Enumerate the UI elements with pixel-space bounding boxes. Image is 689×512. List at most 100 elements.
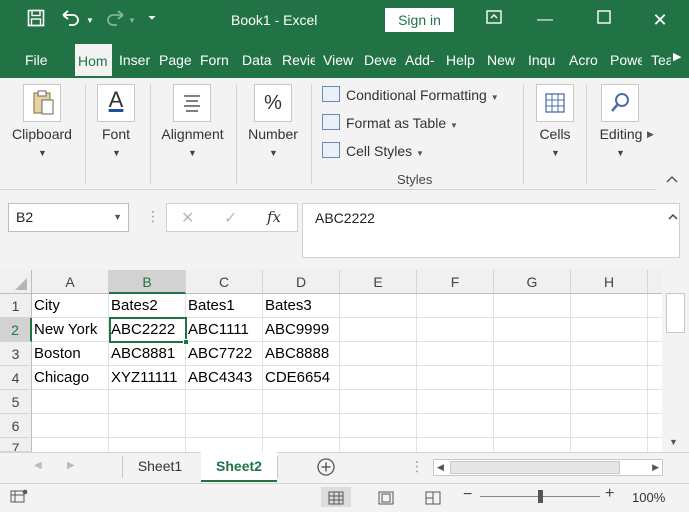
editing-icon[interactable] [601,84,639,122]
minimize-icon[interactable]: — [530,8,560,32]
cell-d4[interactable]: CDE6654 [263,366,340,390]
fill-handle[interactable] [183,339,189,345]
cells-dropdown-icon[interactable]: ▼ [551,148,560,158]
collapse-ribbon-icon[interactable] [665,172,679,187]
tab-formulas[interactable]: Forn [200,50,233,70]
number-format-icon[interactable]: % [254,84,292,122]
cells-label[interactable]: Cells [533,126,577,142]
cell-d3[interactable]: ABC8888 [263,342,340,366]
clipboard-label[interactable]: Clipboard [10,126,74,142]
ribbon-scroll-right-icon[interactable]: ▶ [647,129,654,140]
scroll-down-icon[interactable]: ▼ [669,437,678,447]
zoom-in-icon[interactable]: + [605,485,614,503]
cell-b1[interactable]: Bates2 [109,294,186,318]
formula-input[interactable]: ABC2222 [302,203,680,258]
alignment-icon[interactable] [173,84,211,122]
alignment-label[interactable]: Alignment [155,126,230,142]
font-icon[interactable]: A [97,84,135,122]
tab-inquire[interactable]: Inqu [528,50,560,70]
cell-a1[interactable]: City [32,294,109,318]
cell-b4[interactable]: XYZ11111 [109,366,186,390]
sheet-nav-prev-icon[interactable]: ◀ [34,460,42,471]
page-layout-view-icon[interactable] [371,487,401,507]
column-header-g[interactable]: G [494,270,571,294]
ribbon-display-icon[interactable] [479,8,509,32]
page-break-preview-icon[interactable] [418,487,448,507]
undo-dropdown-icon[interactable]: ▼ [86,16,94,25]
cell-c1[interactable]: Bates1 [186,294,263,318]
cells-icon[interactable] [536,84,574,122]
tab-developer[interactable]: Deve [364,50,396,70]
new-sheet-icon[interactable] [316,457,336,480]
sheet-tab-sheet2[interactable]: Sheet2 [201,452,277,482]
row-header-2[interactable]: 2 [0,318,32,342]
horizontal-scrollbar[interactable]: ◀ ▶ [433,459,663,476]
tab-team[interactable]: Tea [651,50,671,70]
alignment-dropdown-icon[interactable]: ▼ [188,148,197,158]
tab-data[interactable]: Data [242,50,272,70]
zoom-out-icon[interactable]: − [463,486,472,504]
tab-scroll-right-icon[interactable]: ▶ [673,50,681,63]
column-header-b[interactable]: B [109,270,186,294]
horizontal-scroll-thumb[interactable] [450,461,620,474]
name-box[interactable]: B2 ▼ [8,203,129,232]
sign-in-button[interactable]: Sign in [385,8,454,32]
vertical-scroll-thumb[interactable] [666,293,685,333]
tab-file[interactable]: File [25,50,55,70]
column-header-h[interactable]: H [571,270,648,294]
editing-dropdown-icon[interactable]: ▼ [616,148,625,158]
cell-d1[interactable]: Bates3 [263,294,340,318]
macro-recording-icon[interactable] [10,488,28,507]
clipboard-dropdown-icon[interactable]: ▼ [38,148,47,158]
zoom-slider-thumb[interactable] [538,490,543,503]
tab-review[interactable]: Revie [282,50,315,70]
number-dropdown-icon[interactable]: ▼ [269,148,278,158]
row-header-1[interactable]: 1 [0,294,32,318]
editing-label[interactable]: Editing [596,126,646,142]
font-label[interactable]: Font [92,126,140,142]
cell-b3[interactable]: ABC8881 [109,342,186,366]
row-header-6[interactable]: 6 [0,414,32,438]
conditional-formatting-button[interactable]: Conditional Formatting ▼ [322,86,499,103]
row-header-7[interactable]: 7 [0,438,32,452]
scroll-left-icon[interactable]: ◀ [437,462,444,473]
cell-styles-button[interactable]: Cell Styles ▼ [322,142,424,159]
tab-insert[interactable]: Inser [119,50,151,70]
select-all-button[interactable] [0,270,32,294]
sheet-nav-next-icon[interactable]: ▶ [67,460,75,471]
tab-add-ins[interactable]: Add- [405,50,437,70]
column-header-f[interactable]: F [417,270,494,294]
zoom-level[interactable]: 100% [632,490,665,505]
close-icon[interactable]: ✕ [645,8,675,32]
save-icon[interactable] [27,9,45,32]
customize-qat-icon[interactable]: ⏷ [148,13,156,24]
row-header-5[interactable]: 5 [0,390,32,414]
sheet-tab-sheet1[interactable]: Sheet1 [124,452,196,482]
column-header-c[interactable]: C [186,270,263,294]
cell-c4[interactable]: ABC4343 [186,366,263,390]
row-header-4[interactable]: 4 [0,366,32,390]
column-header-e[interactable]: E [340,270,417,294]
tab-help[interactable]: Help [446,50,478,70]
cell-c3[interactable]: ABC7722 [186,342,263,366]
clipboard-icon[interactable] [23,84,61,122]
column-header-d[interactable]: D [263,270,340,294]
row-header-3[interactable]: 3 [0,342,32,366]
normal-view-icon[interactable] [321,487,351,507]
name-box-dropdown-icon[interactable]: ▼ [113,204,122,231]
cell-d2[interactable]: ABC9999 [263,318,340,342]
tab-power-pivot[interactable]: Powe [610,50,642,70]
cell-b2[interactable]: ABC2222 [109,318,186,342]
expand-formula-bar-icon[interactable] [667,212,679,222]
cell-a4[interactable]: Chicago [32,366,109,390]
column-header-a[interactable]: A [32,270,109,294]
tab-split-grip-icon[interactable]: ⋮ [410,458,424,475]
undo-icon[interactable] [60,9,82,32]
cell-c2[interactable]: ABC1111 [186,318,263,342]
scroll-right-icon[interactable]: ▶ [652,462,659,473]
cell-a3[interactable]: Boston [32,342,109,366]
tab-home[interactable]: Hom [75,44,112,78]
tab-view[interactable]: View [323,50,355,70]
cell-a2[interactable]: New York [32,318,109,342]
number-label[interactable]: Number [243,126,303,142]
